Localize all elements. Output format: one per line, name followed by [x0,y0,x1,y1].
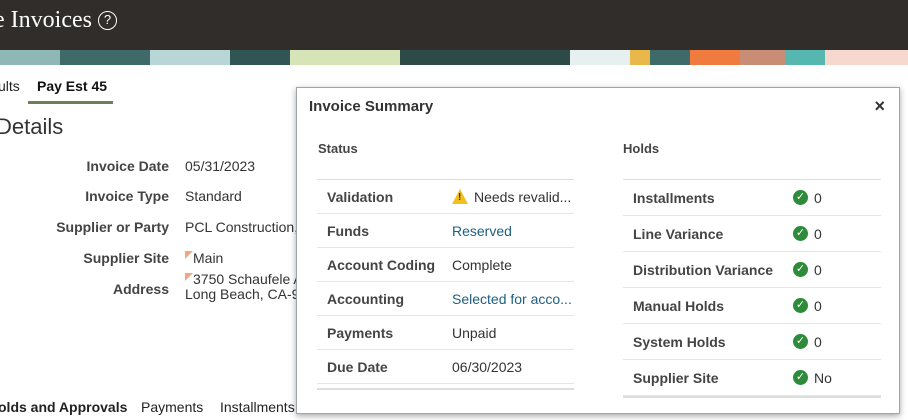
holds-row: Supplier Site ✓ No [623,360,881,396]
check-circle-icon: ✓ [793,190,808,205]
tab-pay-est-45[interactable]: Pay Est 45 [37,78,107,94]
accounting-link[interactable]: Selected for acco... [452,291,572,307]
holds-table: Installments ✓ 0 Line Variance ✓ 0 Distribut… [623,179,881,398]
status-row: Payments Unpaid [317,316,574,350]
holds-row: Installments ✓ 0 [623,180,881,216]
field-label: Supplier or Party [56,219,169,235]
field-label: Invoice Date [86,158,169,174]
status-row: Account Coding Complete [317,248,574,282]
page-title: e Invoices? [0,7,117,34]
status-row: Accounting Selected for acco... [317,282,574,316]
active-tab-indicator [28,101,113,104]
field-value: PCL Construction, [185,219,299,235]
status-heading: Status [318,141,358,156]
field-label: Invoice Type [85,188,169,204]
warning-icon: ! [452,188,468,204]
field-value: Standard [185,188,242,204]
field-label: Supplier Site [83,250,169,266]
field-label: Address [112,281,169,297]
flag-icon [185,273,193,281]
supplier-site-value[interactable]: Main [185,250,223,266]
status-table: Validation! Needs revalid... Funds Reserve… [317,179,574,390]
help-icon[interactable]: ? [97,11,117,30]
decorative-banner [0,50,908,65]
invoice-summary-popup: Invoice Summary × Status Holds Validatio… [296,87,900,414]
holds-heading: Holds [623,141,660,156]
funds-link[interactable]: Reserved [452,223,512,239]
tab-payments[interactable]: Payments [141,399,203,415]
check-circle-icon: ✓ [793,370,808,385]
status-row: Due Date 06/30/2023 [317,350,574,384]
holds-row: Manual Holds ✓ 0 [623,288,881,324]
address-value[interactable]: 3750 Schaufele A Long Beach, CA-90 [185,272,307,302]
status-row: Validation! Needs revalid... [317,180,574,214]
tab-results[interactable]: ults [0,78,20,94]
holds-row: System Holds ✓ 0 [623,324,881,360]
tab-holds-and-approvals[interactable]: olds and Approvals [0,399,127,415]
check-circle-icon: ✓ [793,334,808,349]
holds-row: Distribution Variance ✓ 0 [623,252,881,288]
tab-installments[interactable]: Installments [220,399,295,415]
app-header: e Invoices? [0,0,908,50]
flag-icon [185,251,193,259]
check-circle-icon: ✓ [793,298,808,313]
popup-title: Invoice Summary [309,98,434,115]
close-icon[interactable]: × [874,96,885,117]
check-circle-icon: ✓ [793,226,808,241]
field-value: 05/31/2023 [185,158,256,174]
check-circle-icon: ✓ [793,262,808,277]
section-title: Details [0,114,64,139]
status-row: Funds Reserved [317,214,574,248]
holds-row: Line Variance ✓ 0 [623,216,881,252]
